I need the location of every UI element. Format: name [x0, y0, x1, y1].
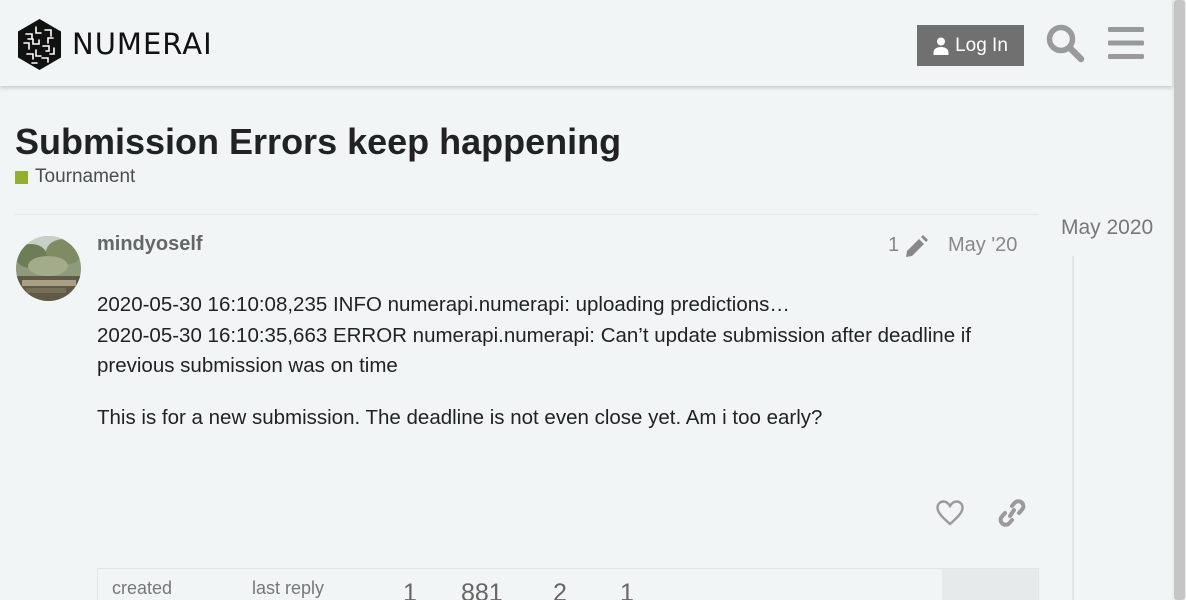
site-logo[interactable]: NUMERAI	[16, 18, 213, 71]
post-paragraph: 2020-05-30 16:10:08,235 INFO numerapi.nu…	[97, 290, 1027, 382]
edit-count: 1	[888, 234, 900, 256]
page: NUMERAI Log In Submission Errors keep ha…	[0, 0, 1186, 600]
avatar-image	[16, 236, 81, 301]
replies-count: 1	[403, 579, 417, 600]
category-name: Tournament	[35, 166, 136, 187]
login-button[interactable]: Log In	[917, 25, 1024, 66]
timeline-scroll-track[interactable]	[1072, 256, 1074, 600]
topic-map-expand-button[interactable]	[942, 569, 1038, 600]
topic-title[interactable]: Submission Errors keep happening	[15, 118, 621, 166]
post-date[interactable]: May '20	[948, 234, 1017, 257]
created-label: created	[112, 578, 173, 598]
links-count: 1	[620, 579, 634, 600]
post-line: 2020-05-30 16:10:08,235 INFO numerapi.nu…	[97, 293, 790, 316]
topic-map: created last reply 1 881 2 1	[97, 568, 1039, 600]
pencil-icon	[906, 234, 929, 257]
post-line: 2020-05-30 16:10:35,663 ERROR numerapi.n…	[97, 323, 972, 378]
avatar[interactable]	[16, 236, 81, 301]
category-color-swatch	[15, 170, 28, 184]
heart-icon[interactable]	[936, 500, 964, 526]
logo-text: NUMERAI	[72, 27, 213, 61]
login-label: Log In	[955, 34, 1008, 56]
title-divider	[15, 214, 1039, 215]
post-username[interactable]: mindyoself	[97, 233, 203, 256]
views-count: 881	[461, 579, 503, 600]
timeline-date[interactable]: May 2020	[1061, 216, 1153, 240]
users-count: 2	[553, 579, 567, 600]
post-body: 2020-05-30 16:10:08,235 INFO numerapi.nu…	[97, 290, 1027, 454]
user-icon	[933, 37, 949, 55]
edit-history-button[interactable]: 1	[888, 234, 929, 257]
search-icon[interactable]	[1045, 23, 1085, 63]
category-badge[interactable]: Tournament	[15, 166, 135, 188]
site-header: NUMERAI Log In	[0, 0, 1172, 86]
post-paragraph: This is for a new submission. The deadli…	[97, 405, 823, 429]
numerai-logo-icon	[18, 19, 61, 70]
scrollbar-thumb[interactable]	[1174, 0, 1185, 600]
hamburger-menu-icon[interactable]	[1108, 27, 1144, 59]
link-icon[interactable]	[998, 498, 1026, 528]
last-reply-label: last reply	[252, 578, 325, 598]
